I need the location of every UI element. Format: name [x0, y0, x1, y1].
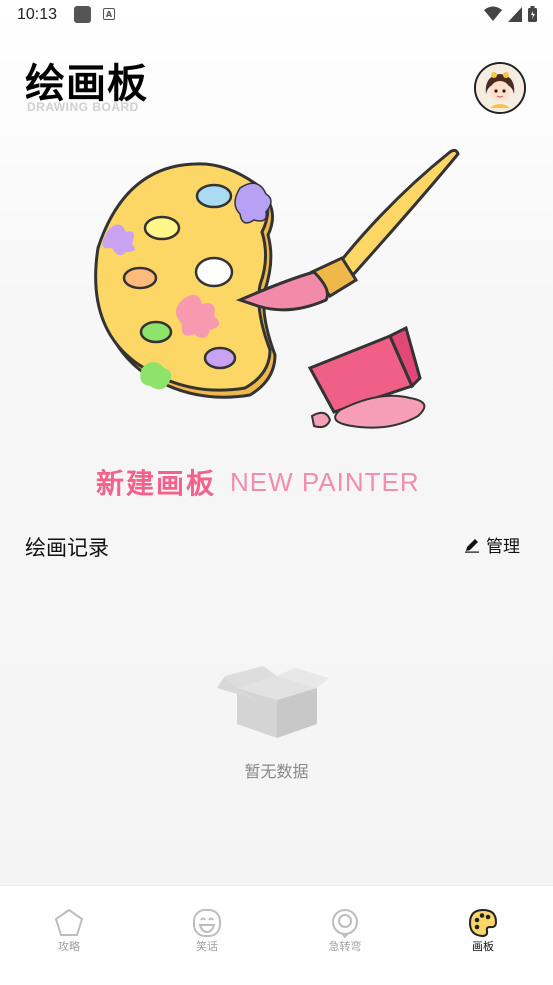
tab-label: 笑话	[196, 940, 218, 953]
paint-green	[139, 320, 173, 344]
paint-yellow	[143, 215, 181, 241]
tab-riddles[interactable]: 急转弯	[315, 908, 375, 954]
paint-blue	[195, 183, 233, 209]
paint-orange	[122, 266, 158, 290]
tab-jokes[interactable]: 笑话	[177, 908, 237, 954]
tab-drawing-board[interactable]: 画板	[453, 908, 513, 954]
edit-icon	[465, 538, 479, 553]
status-right	[484, 6, 537, 22]
tab-label: 攻略	[58, 940, 80, 953]
smile-face-icon	[193, 909, 221, 937]
paint-drop	[310, 411, 332, 429]
app-title: 绘画板	[25, 61, 148, 107]
palette-icon	[468, 908, 498, 938]
empty-text: 暂无数据	[244, 762, 309, 781]
notification-icon	[74, 6, 91, 23]
manage-button[interactable]: 管理	[464, 532, 520, 557]
records-title: 绘画记录	[25, 536, 109, 560]
avatar-girl-icon	[476, 64, 524, 112]
new-painter-label-cn: 新建画板	[96, 467, 217, 500]
status-time: 10:13	[17, 6, 58, 23]
palette-illustration[interactable]	[90, 140, 470, 440]
battery-icon	[528, 6, 537, 22]
paint-splash-violet	[234, 182, 272, 224]
tab-bar: 攻略 笑话 急转弯 画板	[0, 885, 553, 985]
pentagon-icon	[54, 908, 84, 936]
brush-handle	[338, 148, 460, 279]
wifi-icon	[484, 6, 502, 21]
app-header: DRAWING BOARD 绘画板	[25, 60, 165, 116]
empty-state: 暂无数据	[0, 660, 553, 782]
paint-purple	[203, 346, 237, 370]
app-notification-icon: A	[103, 8, 115, 20]
tab-label: 急转弯	[328, 940, 362, 953]
tab-guide[interactable]: 攻略	[39, 908, 99, 954]
palette-thumb-hole	[194, 256, 234, 288]
status-bar: 10:13 A	[0, 0, 553, 30]
new-painter-button[interactable]: 新建画板 NEW PAINTER	[96, 462, 420, 502]
tab-label: 画板	[472, 940, 494, 953]
signal-icon	[508, 6, 522, 22]
new-painter-label-en: NEW PAINTER	[230, 466, 420, 497]
chat-bubble-icon	[332, 909, 358, 938]
empty-box-icon	[216, 666, 329, 738]
avatar[interactable]	[474, 62, 526, 114]
manage-label: 管理	[486, 537, 520, 557]
